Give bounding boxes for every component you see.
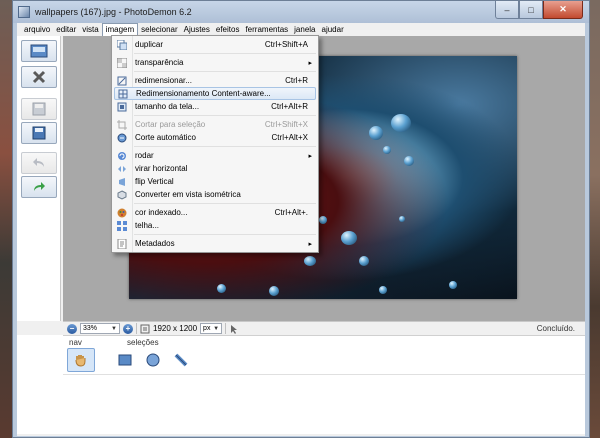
menu-editar[interactable]: editar [53, 23, 79, 36]
undo-button[interactable] [21, 152, 57, 174]
submenu-arrow-icon: ▸ [308, 240, 312, 248]
menu-item-duplicar[interactable]: duplicar Ctrl+Shift+A [114, 38, 316, 51]
menu-vista[interactable]: vista [79, 23, 101, 36]
chevron-down-icon: ▼ [213, 325, 220, 332]
close-image-button[interactable] [21, 66, 57, 88]
menu-item-rodar[interactable]: rodar ▸ [114, 149, 316, 162]
nav-section-label: nav [69, 338, 82, 347]
menu-item-virar-horizontal[interactable]: virar horizontal [114, 162, 316, 175]
transparency-icon [117, 57, 127, 68]
bottom-left-blank [17, 335, 63, 434]
menu-item-cor-indexado[interactable]: cor indexado... Ctrl+Alt+. [114, 206, 316, 219]
title-bar[interactable]: wallpapers (167).jpg - PhotoDemon 6.2 – … [13, 1, 589, 23]
menu-item-metadados[interactable]: Metadados ▸ [114, 237, 316, 250]
ellipse-select-icon [146, 353, 160, 367]
hand-tool-button[interactable] [67, 348, 95, 372]
status-bar: − 33% ▼ + 1920 x 1200 px ▼ Concluído. [63, 321, 585, 335]
menu-item-redimensionar[interactable]: redimensionar... Ctrl+R [114, 74, 316, 87]
save-as-disk-icon [32, 126, 46, 140]
tool-options-panel: nav seleções [63, 335, 585, 434]
menu-item-transparencia[interactable]: transparência ▸ [114, 56, 316, 69]
maximize-button[interactable]: □ [519, 1, 543, 19]
menu-ajudar[interactable]: ajudar [319, 23, 347, 36]
undo-arrow-icon [33, 158, 44, 167]
rotate-icon [117, 151, 127, 161]
submenu-arrow-icon: ▸ [308, 152, 312, 160]
imagem-dropdown-menu: duplicar Ctrl+Shift+A transparência ▸ re… [111, 35, 319, 253]
menu-item-redimensionamento-content-aware[interactable]: Redimensionamento Content-aware... [114, 87, 316, 100]
redo-arrow-icon [34, 182, 45, 191]
flip-vertical-icon [117, 177, 127, 187]
save-button[interactable] [21, 98, 57, 120]
zoom-in-button[interactable]: + [123, 323, 133, 334]
ellipse-select-tool-button[interactable] [139, 348, 167, 372]
menu-item-converter-isometrica[interactable]: Converter em vista isométrica [114, 188, 316, 201]
submenu-arrow-icon: ▸ [308, 59, 312, 67]
content-aware-resize-icon [118, 89, 128, 99]
resize-icon [117, 76, 127, 86]
selections-section-label: seleções [127, 338, 159, 347]
hand-icon [75, 355, 86, 367]
unit-select[interactable]: px ▼ [200, 323, 223, 334]
close-button[interactable]: ✕ [543, 1, 583, 19]
line-select-tool-button[interactable] [167, 348, 195, 372]
line-select-icon [174, 353, 188, 367]
minimize-button[interactable]: – [495, 1, 519, 19]
menu-item-flip-vertical[interactable]: flip Vertical [114, 175, 316, 188]
autocrop-icon [117, 133, 127, 143]
menu-item-cortar-para-selecao[interactable]: Cortar para seleção Ctrl+Shift+X [114, 118, 316, 131]
cursor-position-icon [231, 324, 238, 334]
canvas-size-icon [117, 102, 127, 112]
open-image-icon [30, 44, 48, 58]
menu-item-telha[interactable]: telha... [114, 219, 316, 232]
close-x-icon [32, 70, 46, 84]
open-image-button[interactable] [21, 40, 57, 62]
photodemon-window: wallpapers (167).jpg - PhotoDemon 6.2 – … [12, 0, 590, 438]
save-as-button[interactable] [21, 122, 57, 144]
flip-horizontal-icon [117, 164, 127, 174]
zoom-out-button[interactable]: − [67, 323, 77, 334]
chevron-down-icon: ▼ [111, 325, 117, 332]
rect-select-tool-button[interactable] [111, 348, 139, 372]
isometric-icon [117, 189, 127, 200]
redo-button[interactable] [21, 176, 57, 198]
status-message: Concluído. [536, 324, 575, 333]
window-title: wallpapers (167).jpg - PhotoDemon 6.2 [35, 7, 192, 17]
menu-item-corte-automatico[interactable]: Corte automático Ctrl+Alt+X [114, 131, 316, 144]
image-dimensions: 1920 x 1200 [153, 324, 198, 333]
file-toolbar [17, 36, 61, 321]
menu-item-tamanho-da-tela[interactable]: tamanho da tela... Ctrl+Alt+R [114, 100, 316, 113]
rectangle-select-icon [118, 354, 132, 366]
tile-icon [117, 220, 127, 231]
crop-icon [117, 119, 127, 130]
metadata-icon [117, 238, 127, 249]
indexed-color-icon [117, 208, 127, 218]
app-icon [18, 6, 30, 18]
menu-arquivo[interactable]: arquivo [21, 23, 53, 36]
image-size-icon [140, 324, 150, 333]
save-disk-icon [32, 102, 46, 116]
duplicate-icon [117, 39, 127, 50]
zoom-select[interactable]: 33% ▼ [80, 323, 120, 334]
